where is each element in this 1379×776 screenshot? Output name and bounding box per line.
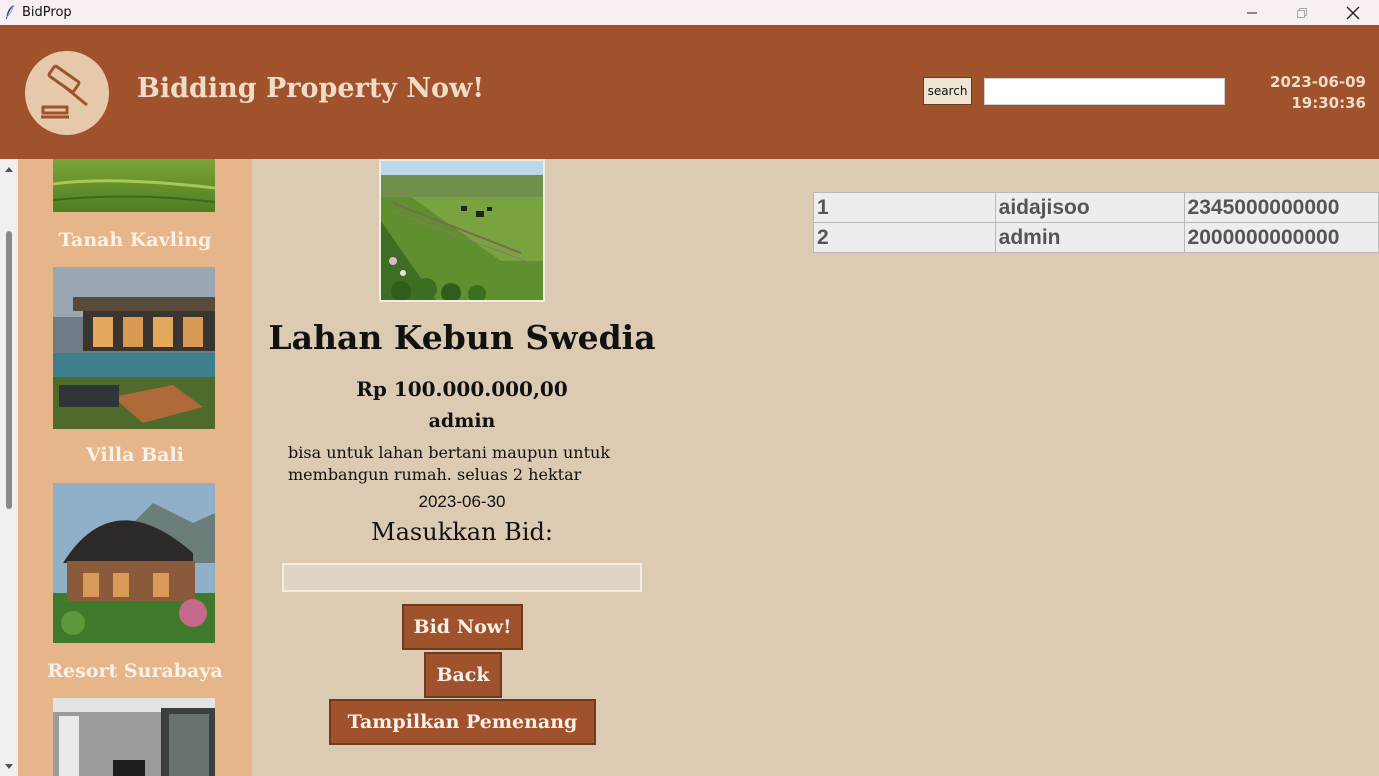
- green-field-image: [52, 159, 216, 212]
- app-header: Bidding Property Now! search 2023-06-09 …: [0, 25, 1379, 159]
- property-label[interactable]: Villa Bali: [18, 444, 252, 466]
- feather-icon: [6, 4, 15, 19]
- scroll-up-icon[interactable]: [3, 164, 15, 174]
- farm-field-image: [381, 161, 543, 300]
- scroll-thumb[interactable]: [6, 231, 12, 509]
- property-thumbnail[interactable]: [52, 159, 216, 212]
- bid-table-container: 1 aidajisoo 2345000000000 2 admin 200000…: [813, 192, 1379, 254]
- restore-icon: [1297, 7, 1307, 18]
- bid-amount-cell: 2000000000000: [1183, 222, 1379, 253]
- bid-user-cell: aidajisoo: [994, 192, 1185, 223]
- resort-image: [53, 483, 215, 643]
- minimize-icon: [1247, 12, 1257, 13]
- property-thumbnail[interactable]: [53, 483, 215, 643]
- current-time: 19:30:36: [1291, 94, 1366, 112]
- property-thumbnail[interactable]: [53, 267, 215, 429]
- back-button[interactable]: Back: [424, 652, 502, 698]
- close-icon: [1346, 6, 1360, 19]
- property-label[interactable]: Resort Surabaya: [18, 660, 252, 682]
- table-row: 1 aidajisoo 2345000000000: [813, 192, 1379, 223]
- villa-image: [53, 267, 215, 429]
- property-title: Lahan Kebun Swedia: [268, 318, 656, 357]
- window-title: BidProp: [22, 5, 72, 20]
- bid-user-cell: admin: [994, 222, 1185, 253]
- property-list: Tanah Kavling Villa Bali Resort Surabaya: [18, 159, 252, 776]
- property-label[interactable]: Tanah Kavling: [18, 229, 252, 251]
- maximize-button[interactable]: [1277, 0, 1327, 25]
- bid-now-button[interactable]: Bid Now!: [402, 604, 523, 650]
- minimize-button[interactable]: [1227, 0, 1277, 25]
- search-button[interactable]: search: [923, 77, 972, 105]
- search-input[interactable]: [984, 78, 1225, 105]
- bid-label: Masukkan Bid:: [371, 518, 553, 546]
- property-owner: admin: [428, 410, 496, 432]
- table-row: 2 admin 2000000000000: [813, 222, 1379, 253]
- bid-rank-cell: 1: [813, 192, 996, 223]
- property-description: bisa untuk lahan bertani maupun untuk me…: [288, 443, 611, 484]
- close-button[interactable]: [1328, 0, 1378, 25]
- bid-amount-cell: 2345000000000: [1183, 192, 1379, 223]
- property-price: Rp 100.000.000,00: [356, 377, 568, 401]
- property-date: 2023-06-30: [418, 492, 506, 511]
- vertical-scrollbar[interactable]: [0, 159, 18, 776]
- bid-rank-cell: 2: [813, 222, 996, 253]
- property-image: [379, 159, 545, 302]
- show-winner-button[interactable]: Tampilkan Pemenang: [329, 699, 596, 745]
- property-thumbnail[interactable]: [53, 698, 215, 776]
- datetime: 2023-06-09 19:30:36: [1232, 72, 1366, 114]
- bid-input[interactable]: [282, 563, 642, 592]
- bid-table: 1 aidajisoo 2345000000000 2 admin 200000…: [813, 192, 1379, 253]
- interior-image: [53, 698, 215, 776]
- gavel-icon: [41, 64, 88, 119]
- window-titlebar: BidProp: [0, 0, 1379, 25]
- scroll-down-icon[interactable]: [3, 762, 15, 772]
- logo: [25, 51, 109, 135]
- current-date: 2023-06-09: [1270, 73, 1366, 91]
- app-title: Bidding Property Now!: [137, 73, 485, 104]
